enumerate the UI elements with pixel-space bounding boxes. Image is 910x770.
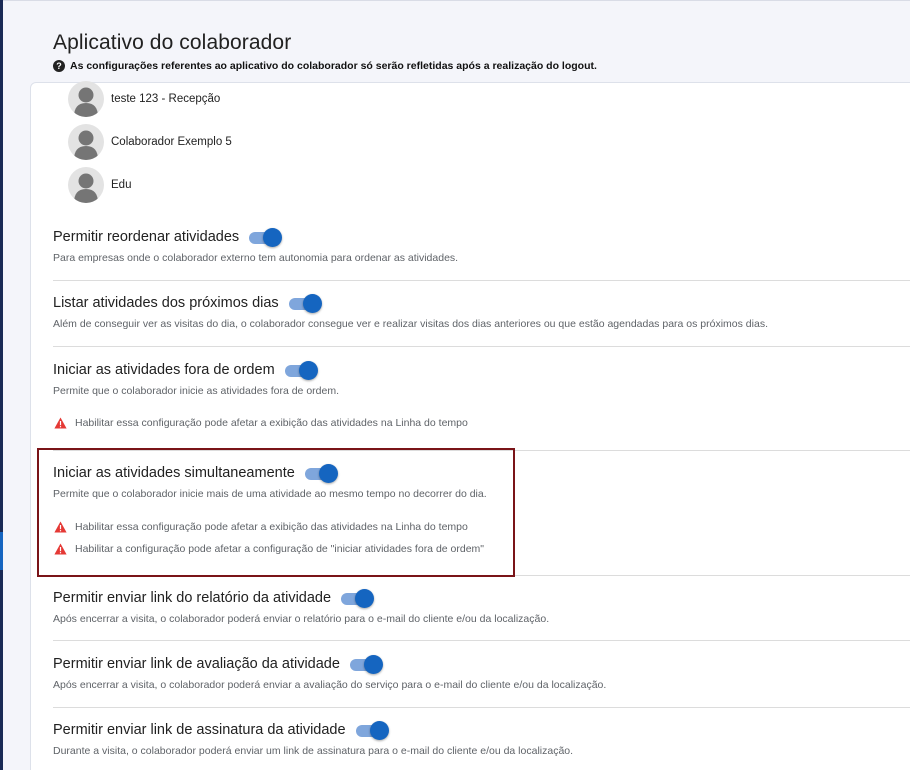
divider — [53, 346, 910, 347]
warning-message: Habilitar a configuração pode afetar a c… — [54, 543, 484, 555]
setting-description: Após encerrar a visita, o colaborador po… — [53, 679, 607, 691]
setting-start-out-of-order: Iniciar as atividades fora de ordem Perm… — [53, 360, 910, 397]
reorder-activities-toggle[interactable] — [249, 227, 283, 247]
setting-description: Após encerrar a visita, o colaborador po… — [53, 613, 550, 625]
warning-message: Habilitar essa configuração pode afetar … — [54, 417, 468, 429]
warning-text: Habilitar essa configuração pode afetar … — [75, 521, 468, 533]
setting-description: Para empresas onde o colaborador externo… — [53, 252, 459, 264]
divider — [53, 280, 910, 281]
user-avatar-icon — [68, 124, 104, 160]
user-name: Colaborador Exemplo 5 — [111, 136, 232, 148]
start-simultaneously-toggle[interactable] — [304, 463, 338, 483]
help-circle-icon: ? — [53, 60, 65, 72]
setting-reorder-activities: Permitir reordenar atividades Para empre… — [53, 227, 910, 264]
setting-description: Durante a visita, o colaborador poderá e… — [53, 745, 574, 757]
setting-description: Permite que o colaborador inicie mais de… — [53, 488, 487, 500]
user-name: Edu — [111, 179, 132, 191]
divider — [53, 707, 910, 708]
user-list-item[interactable]: Edu — [68, 167, 131, 203]
setting-title: Permitir enviar link de avaliação da ati… — [53, 656, 340, 672]
list-next-days-toggle[interactable] — [288, 293, 322, 313]
sidebar-active-indicator — [0, 532, 3, 570]
setting-title: Iniciar as atividades fora de ordem — [53, 362, 275, 378]
setting-title: Permitir enviar link do relatório da ati… — [53, 590, 332, 606]
top-border — [3, 0, 910, 1]
setting-start-simultaneously: Iniciar as atividades simultaneamente Pe… — [53, 463, 910, 500]
page-header: Aplicativo do colaborador ? As configura… — [53, 31, 597, 72]
setting-send-evaluation-link: Permitir enviar link de avaliação da ati… — [53, 654, 910, 691]
warning-triangle-icon — [54, 521, 67, 533]
user-avatar-icon — [68, 167, 104, 203]
warning-text: Habilitar essa configuração pode afetar … — [75, 417, 468, 429]
setting-title: Iniciar as atividades simultaneamente — [53, 465, 295, 481]
send-report-link-toggle[interactable] — [341, 588, 375, 608]
setting-title: Permitir reordenar atividades — [53, 229, 240, 245]
warning-triangle-icon — [54, 417, 67, 429]
warning-message: Habilitar essa configuração pode afetar … — [54, 521, 468, 533]
setting-title: Listar atividades dos próximos dias — [53, 295, 279, 311]
start-out-of-order-toggle[interactable] — [284, 360, 318, 380]
divider — [53, 450, 910, 451]
setting-description: Permite que o colaborador inicie as ativ… — [53, 385, 339, 397]
user-avatar-icon — [68, 81, 104, 117]
divider — [53, 575, 910, 576]
divider — [53, 640, 910, 641]
setting-title: Permitir enviar link de assinatura da at… — [53, 722, 346, 738]
warning-triangle-icon — [54, 543, 67, 555]
send-signature-link-toggle[interactable] — [355, 720, 389, 740]
user-name: teste 123 - Recepção — [111, 93, 221, 105]
logout-notice: ? As configurações referentes ao aplicat… — [53, 60, 597, 72]
send-evaluation-link-toggle[interactable] — [349, 654, 383, 674]
warning-text: Habilitar a configuração pode afetar a c… — [75, 543, 485, 555]
setting-send-report-link: Permitir enviar link do relatório da ati… — [53, 588, 910, 625]
user-list-item[interactable]: teste 123 - Recepção — [68, 81, 220, 117]
setting-send-signature-link: Permitir enviar link de assinatura da at… — [53, 720, 910, 757]
setting-description: Além de conseguir ver as visitas do dia,… — [53, 318, 768, 330]
user-list-item[interactable]: Colaborador Exemplo 5 — [68, 124, 232, 160]
setting-list-next-days: Listar atividades dos próximos dias Além… — [53, 293, 910, 330]
sidebar-edge — [0, 0, 3, 770]
logout-notice-text: As configurações referentes ao aplicativ… — [70, 60, 597, 72]
page-title: Aplicativo do colaborador — [53, 31, 292, 54]
